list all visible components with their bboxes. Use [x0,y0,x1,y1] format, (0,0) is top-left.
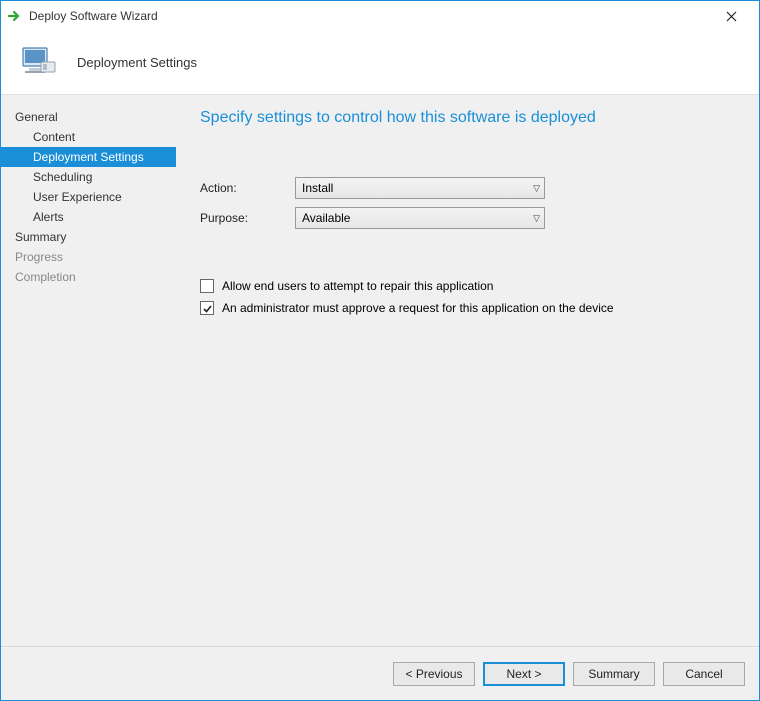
chevron-down-icon: ▽ [533,213,540,224]
purpose-label: Purpose: [200,211,295,225]
admin-approve-checkbox-row[interactable]: An administrator must approve a request … [200,301,735,315]
sidebar-item-deployment-settings[interactable]: Deployment Settings [1,147,176,167]
sidebar-item-scheduling[interactable]: Scheduling [1,167,176,187]
window-title: Deploy Software Wizard [29,9,711,23]
checkbox-checked-icon [200,301,214,315]
sidebar-item-summary[interactable]: Summary [1,227,176,247]
sidebar-item-completion: Completion [1,267,176,287]
sidebar-item-content[interactable]: Content [1,127,176,147]
header-band: Deployment Settings [1,31,759,95]
next-button[interactable]: Next > [483,662,565,686]
app-arrow-icon [7,8,23,24]
cancel-button[interactable]: Cancel [663,662,745,686]
action-value: Install [302,181,333,195]
checkbox-group: Allow end users to attempt to repair thi… [200,279,735,315]
wizard-computer-icon [17,42,59,84]
sidebar-item-alerts[interactable]: Alerts [1,207,176,227]
purpose-row: Purpose: Available ▽ [200,207,735,229]
content-panel: Specify settings to control how this sof… [176,95,759,646]
sidebar-item-general[interactable]: General [1,107,176,127]
action-row: Action: Install ▽ [200,177,735,199]
close-button[interactable] [711,2,751,30]
body: General Content Deployment Settings Sche… [1,95,759,646]
action-dropdown[interactable]: Install ▽ [295,177,545,199]
allow-repair-label: Allow end users to attempt to repair thi… [222,279,493,293]
checkbox-unchecked-icon [200,279,214,293]
summary-button[interactable]: Summary [573,662,655,686]
sidebar: General Content Deployment Settings Sche… [1,95,176,646]
footer: < Previous Next > Summary Cancel [1,646,759,700]
allow-repair-checkbox-row[interactable]: Allow end users to attempt to repair thi… [200,279,735,293]
sidebar-item-user-experience[interactable]: User Experience [1,187,176,207]
close-icon [726,11,737,22]
purpose-value: Available [302,211,350,225]
action-label: Action: [200,181,295,195]
titlebar: Deploy Software Wizard [1,1,759,31]
previous-button[interactable]: < Previous [393,662,475,686]
header-heading: Deployment Settings [77,55,197,70]
chevron-down-icon: ▽ [533,183,540,194]
admin-approve-label: An administrator must approve a request … [222,301,614,315]
content-heading: Specify settings to control how this sof… [200,109,735,127]
purpose-dropdown[interactable]: Available ▽ [295,207,545,229]
sidebar-item-progress: Progress [1,247,176,267]
